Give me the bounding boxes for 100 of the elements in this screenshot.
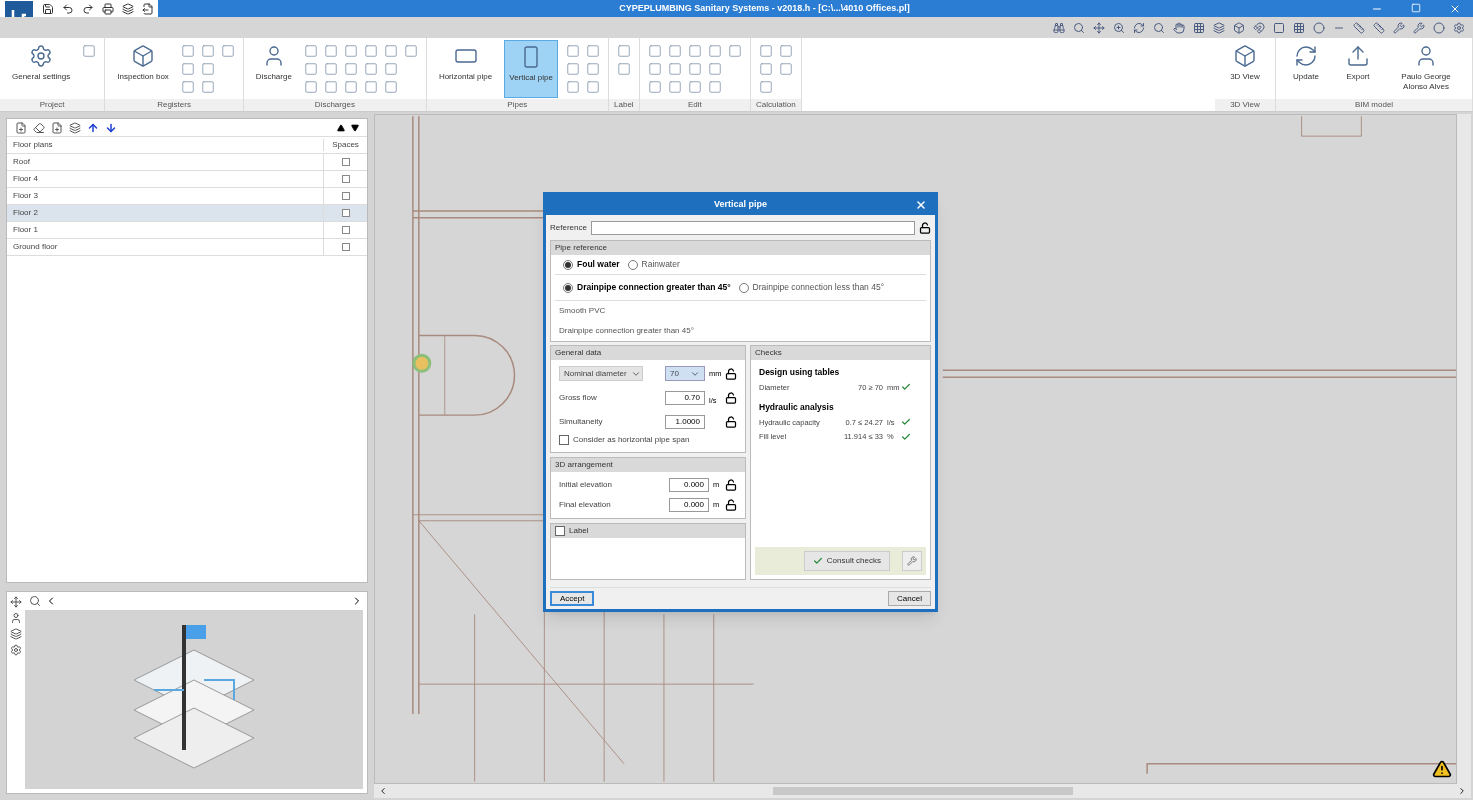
pin-button[interactable]: [902, 551, 922, 571]
tool-icon[interactable]: [323, 80, 338, 94]
toolbar-icon[interactable]: [15, 121, 27, 134]
checkbox[interactable]: [341, 192, 350, 200]
ribbon-button[interactable]: Horizontal pipe: [434, 40, 497, 98]
view-tool-icon[interactable]: [1053, 21, 1065, 34]
tool-icon[interactable]: [687, 44, 702, 58]
tool-icon[interactable]: [403, 44, 418, 58]
horizontal-scrollbar[interactable]: [374, 784, 1471, 798]
tool-icon[interactable]: [585, 80, 600, 94]
view-tool-icon[interactable]: [10, 644, 22, 656]
view-tool-icon[interactable]: [1213, 21, 1225, 34]
tool-icon[interactable]: [180, 44, 195, 58]
tool-icon[interactable]: [758, 80, 773, 94]
tool-icon[interactable]: [200, 44, 215, 58]
search-icon[interactable]: [29, 595, 41, 607]
view-tool-icon[interactable]: [1313, 21, 1325, 34]
toolbar-icon[interactable]: [62, 2, 74, 15]
tool-icon[interactable]: [616, 44, 631, 58]
view-tool-icon[interactable]: [1293, 21, 1305, 34]
tool-icon[interactable]: [363, 44, 378, 58]
tool-icon[interactable]: [383, 62, 398, 76]
checkbox[interactable]: [341, 175, 350, 183]
ribbon-button[interactable]: Discharge: [251, 40, 296, 98]
tool-icon[interactable]: [647, 44, 662, 58]
tool-icon[interactable]: [647, 62, 662, 76]
toolbar-icon[interactable]: [102, 2, 114, 15]
toolbar-icon[interactable]: [142, 2, 154, 15]
view-tool-icon[interactable]: [1273, 21, 1285, 34]
floor-row[interactable]: Floor 1: [7, 222, 367, 239]
tool-icon[interactable]: [220, 44, 235, 58]
number-field[interactable]: 0.000: [669, 498, 709, 512]
view-tool-icon[interactable]: [1173, 21, 1185, 34]
tool-icon[interactable]: [303, 44, 318, 58]
down-triangle-icon[interactable]: [351, 123, 359, 132]
floor-row[interactable]: Ground floor: [7, 239, 367, 256]
ribbon-button[interactable]: Export: [1336, 40, 1380, 98]
tool-icon[interactable]: [687, 62, 702, 76]
tool-icon[interactable]: [565, 44, 580, 58]
view-tool-icon[interactable]: [10, 612, 22, 624]
number-field[interactable]: 0.70: [665, 391, 705, 405]
lock-icon[interactable]: [725, 499, 737, 511]
tool-icon[interactable]: [565, 80, 580, 94]
floor-row[interactable]: Floor 2: [7, 205, 367, 222]
tool-icon[interactable]: [343, 44, 358, 58]
floor-row[interactable]: Floor 4: [7, 171, 367, 188]
radio-button[interactable]: [738, 282, 749, 293]
close-icon[interactable]: [915, 199, 927, 211]
view-tool-icon[interactable]: [1093, 21, 1105, 34]
reference-field[interactable]: [590, 221, 915, 235]
tool-icon[interactable]: [707, 44, 722, 58]
number-field[interactable]: 0.000: [669, 478, 709, 492]
tool-icon[interactable]: [687, 80, 702, 94]
diameter-dropdown[interactable]: 70: [665, 366, 705, 381]
view-tool-icon[interactable]: [1133, 21, 1145, 34]
tool-icon[interactable]: [343, 62, 358, 76]
diameter-type-dropdown[interactable]: Nominal diameter: [559, 366, 643, 381]
checkbox[interactable]: [341, 243, 350, 251]
checkbox[interactable]: [555, 526, 565, 536]
view-tool-icon[interactable]: [10, 628, 22, 640]
toolbar-icon[interactable]: [42, 2, 54, 15]
toolbar-icon[interactable]: [82, 2, 94, 15]
tool-icon[interactable]: [180, 80, 195, 94]
tool-icon[interactable]: [383, 80, 398, 94]
cancel-button[interactable]: Cancel: [888, 591, 931, 606]
tool-icon[interactable]: [647, 80, 662, 94]
tool-icon[interactable]: [200, 80, 215, 94]
tool-icon[interactable]: [565, 62, 580, 76]
toolbar-icon[interactable]: [33, 121, 45, 134]
view-tool-icon[interactable]: [1373, 21, 1385, 34]
restore-icon[interactable]: [1411, 2, 1421, 13]
lock-icon[interactable]: [725, 416, 737, 428]
toolbar-icon[interactable]: [122, 2, 134, 15]
lock-icon[interactable]: [725, 367, 737, 380]
floor-row[interactable]: Roof: [7, 154, 367, 171]
scroll-left-icon[interactable]: [378, 786, 388, 796]
tool-icon[interactable]: [778, 62, 793, 76]
ribbon-button[interactable]: 3D View: [1223, 40, 1267, 98]
view-tool-icon[interactable]: [1253, 21, 1265, 34]
move-up-icon[interactable]: [87, 121, 99, 134]
accept-button[interactable]: Accept: [550, 591, 595, 606]
ribbon-button[interactable]: Update: [1284, 40, 1328, 98]
view-tool-icon[interactable]: [10, 596, 22, 608]
ribbon-button[interactable]: General settings: [8, 40, 75, 98]
view-tool-icon[interactable]: [1113, 21, 1125, 34]
view-tool-icon[interactable]: [1193, 21, 1205, 34]
view-tool-icon[interactable]: [1413, 21, 1425, 34]
move-down-icon[interactable]: [105, 121, 117, 134]
tool-icon[interactable]: [323, 62, 338, 76]
tool-icon[interactable]: [616, 62, 631, 76]
ribbon-button[interactable]: Inspection box: [113, 40, 173, 98]
tool-icon[interactable]: [585, 62, 600, 76]
view-tool-icon[interactable]: [1233, 21, 1245, 34]
vertical-scrollbar[interactable]: [1457, 114, 1471, 784]
scroll-right-icon[interactable]: [1457, 786, 1467, 796]
ribbon-button[interactable]: Paulo George Alonso Alves: [1388, 40, 1464, 98]
checkbox[interactable]: [341, 209, 350, 217]
tool-icon[interactable]: [303, 62, 318, 76]
view-tool-icon[interactable]: [1453, 21, 1465, 34]
tool-icon[interactable]: [363, 62, 378, 76]
